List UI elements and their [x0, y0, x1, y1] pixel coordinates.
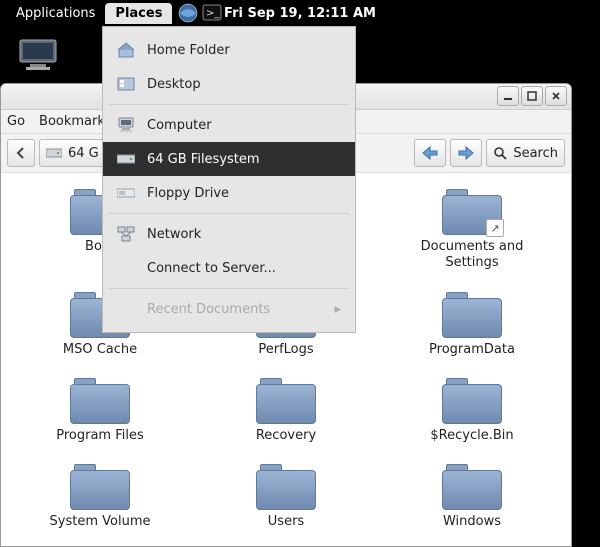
terminal-launcher-icon[interactable]: >_ [202, 3, 222, 23]
separator [109, 288, 349, 289]
folder-label: Windows [443, 514, 501, 530]
path-crumb[interactable]: 64 G [39, 139, 106, 167]
places-desktop-label: Desktop [147, 77, 201, 92]
menu-places[interactable]: Places [105, 3, 172, 24]
separator [109, 104, 349, 105]
places-home-label: Home Folder [147, 43, 230, 58]
folder-label: ProgramData [429, 342, 515, 358]
folder-label: Program Files [56, 428, 144, 444]
folder-item[interactable]: Recovery [197, 372, 375, 448]
folder-label: MSO Cache [63, 342, 137, 358]
folder-label: System Volume [50, 514, 151, 530]
places-menu: Home Folder Desktop Computer 64 GB Files… [102, 26, 356, 333]
places-computer[interactable]: Computer [103, 108, 355, 142]
close-button[interactable] [545, 86, 567, 106]
folder-label: Users [268, 514, 304, 530]
places-floppy-label: Floppy Drive [147, 186, 229, 201]
nav-back-button[interactable] [414, 139, 446, 167]
places-64gb-label: 64 GB Filesystem [147, 152, 260, 167]
places-network-label: Network [147, 227, 201, 242]
submenu-arrow-icon: ▸ [334, 302, 341, 317]
folder-item[interactable]: Windows [383, 458, 561, 534]
folder-icon [442, 290, 502, 338]
computer-icon [117, 116, 135, 134]
folder-icon [256, 462, 316, 510]
drive-icon [117, 150, 135, 168]
folder-item[interactable]: System Volume [11, 458, 189, 534]
floppy-icon [117, 184, 135, 202]
folder-label: $Recycle.Bin [430, 428, 513, 444]
folder-icon [442, 462, 502, 510]
nav-forward-button[interactable] [450, 139, 482, 167]
window-controls [497, 86, 567, 106]
menu-go[interactable]: Go [7, 114, 25, 129]
folder-icon [256, 376, 316, 424]
back-button[interactable] [7, 139, 35, 167]
folder-icon [442, 376, 502, 424]
places-recent-documents: Recent Documents ▸ [103, 292, 355, 326]
desktop-icon [117, 75, 135, 93]
places-connect-server[interactable]: Connect to Server... [103, 251, 355, 285]
clock[interactable]: Fri Sep 19, 12:11 AM [224, 6, 376, 21]
browser-launcher-icon[interactable] [178, 3, 198, 23]
places-home[interactable]: Home Folder [103, 33, 355, 67]
home-icon [117, 41, 135, 59]
folder-label: PerfLogs [258, 342, 313, 358]
desktop-computer-icon[interactable] [16, 38, 60, 72]
places-network[interactable]: Network [103, 217, 355, 251]
separator [109, 213, 349, 214]
folder-item[interactable]: $Recycle.Bin [383, 372, 561, 448]
minimize-button[interactable] [497, 86, 519, 106]
places-computer-label: Computer [147, 118, 212, 133]
places-64gb-filesystem[interactable]: 64 GB Filesystem [103, 142, 355, 176]
search-label: Search [513, 146, 558, 161]
places-recent-label: Recent Documents [147, 302, 270, 317]
folder-label: Documents and Settings [407, 239, 537, 272]
search-icon [493, 146, 507, 160]
places-desktop[interactable]: Desktop [103, 67, 355, 101]
folder-item[interactable]: Users [197, 458, 375, 534]
menu-applications[interactable]: Applications [6, 3, 105, 24]
drive-icon [46, 147, 62, 159]
folder-icon [70, 462, 130, 510]
folder-icon: ↗ [442, 187, 502, 235]
places-floppy[interactable]: Floppy Drive [103, 176, 355, 210]
search-button[interactable]: Search [486, 139, 565, 167]
folder-label: Recovery [256, 428, 316, 444]
folder-item[interactable]: Program Files [11, 372, 189, 448]
svg-text:>_: >_ [206, 8, 220, 19]
panel-launchers: >_ [178, 3, 222, 23]
top-panel: Applications Places >_ Fri Sep 19, 12:11… [0, 0, 600, 26]
folder-item[interactable]: ProgramData [383, 286, 561, 362]
maximize-button[interactable] [521, 86, 543, 106]
folder-icon [70, 376, 130, 424]
path-crumb-label: 64 G [68, 146, 99, 161]
network-icon [117, 225, 135, 243]
menu-bookmarks[interactable]: Bookmarks [39, 114, 112, 129]
folder-item[interactable]: ↗ Documents and Settings [383, 183, 561, 276]
places-connect-label: Connect to Server... [147, 261, 276, 276]
